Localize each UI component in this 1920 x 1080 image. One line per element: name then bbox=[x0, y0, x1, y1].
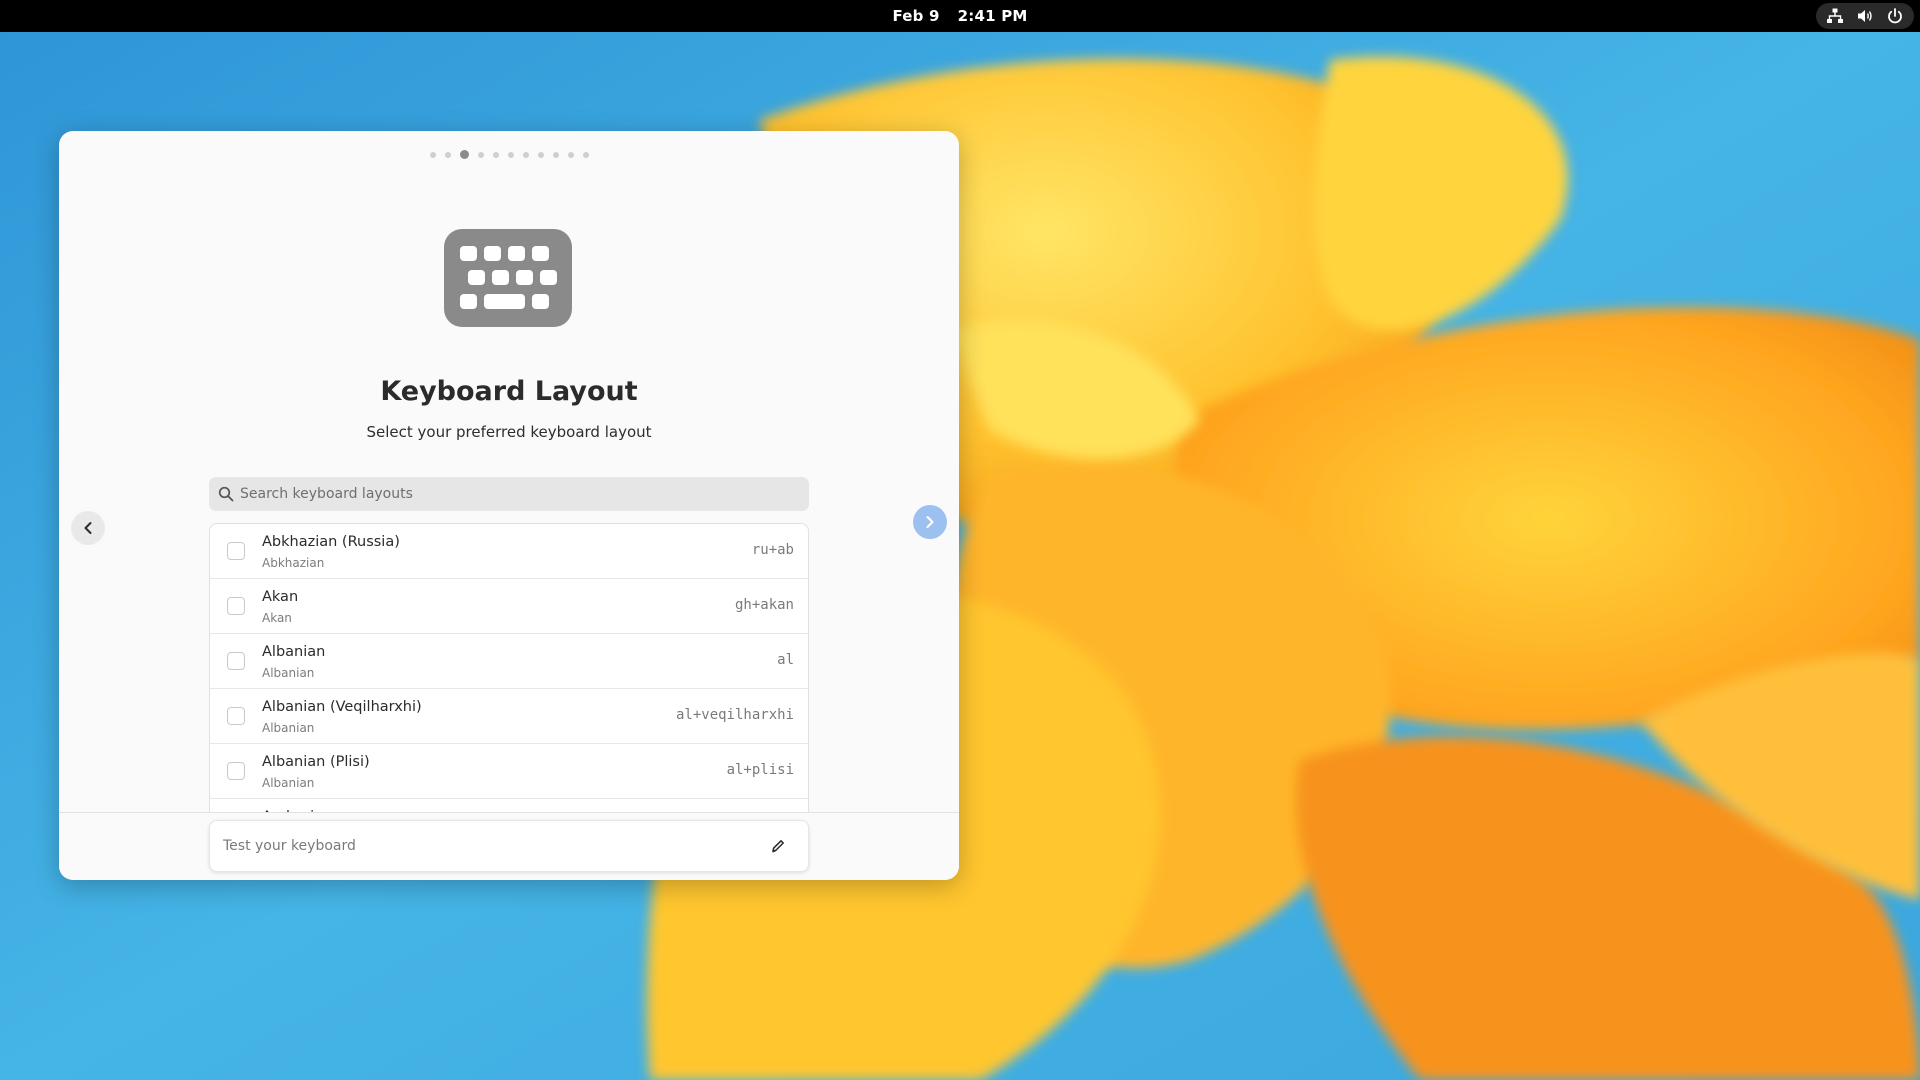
system-tray[interactable] bbox=[1816, 3, 1914, 29]
page-dot bbox=[552, 151, 559, 158]
page-dot bbox=[444, 151, 451, 158]
layout-name: Albanian (Veqilharxhi) bbox=[262, 699, 422, 715]
test-keyboard-field[interactable] bbox=[209, 820, 809, 872]
layout-language: Albanian bbox=[262, 776, 315, 790]
layout-code: ru+ab bbox=[751, 542, 794, 558]
top-bar: Feb 9 2:41 PM bbox=[0, 0, 1920, 32]
page-dot bbox=[522, 151, 529, 158]
keyboard-icon bbox=[444, 229, 572, 327]
layout-row[interactable]: Abkhazian (Russia) Abkhazian ru+ab bbox=[210, 524, 808, 579]
layout-code: al+plisi bbox=[726, 762, 794, 778]
layout-row[interactable]: Albanian Albanian al bbox=[210, 634, 808, 689]
layout-name: Albanian (Plisi) bbox=[262, 754, 370, 770]
layout-code: gh+akan bbox=[734, 597, 794, 613]
dialog-footer bbox=[59, 812, 959, 880]
layout-code: al bbox=[777, 652, 794, 668]
layout-row[interactable]: Albanian (Veqilharxhi) Albanian al+veqilha… bbox=[210, 689, 808, 744]
layout-checkbox[interactable] bbox=[227, 762, 245, 780]
pencil-icon[interactable] bbox=[770, 838, 786, 854]
keyboard-layout-list[interactable]: Abkhazian (Russia) Abkhazian ru+ab Akan Akan… bbox=[209, 523, 809, 814]
next-button[interactable] bbox=[913, 505, 947, 539]
page-dot bbox=[429, 151, 436, 158]
layout-name: Akan bbox=[262, 589, 299, 605]
page-subtitle: Select your preferred keyboard layout bbox=[366, 423, 652, 441]
layout-language: Akan bbox=[262, 611, 292, 625]
clock-time: 2:41 PM bbox=[957, 7, 1028, 25]
chevron-left-icon bbox=[84, 522, 92, 534]
layout-checkbox[interactable] bbox=[227, 597, 245, 615]
network-icon bbox=[1827, 8, 1843, 23]
layout-name: Albanian bbox=[262, 644, 326, 660]
search-icon bbox=[218, 486, 234, 502]
test-keyboard-input[interactable] bbox=[223, 826, 770, 866]
layout-checkbox[interactable] bbox=[227, 652, 245, 670]
page-dot bbox=[537, 151, 544, 158]
clock-date: Feb 9 bbox=[892, 7, 940, 25]
layout-language: Abkhazian bbox=[262, 556, 325, 570]
layout-language: Albanian bbox=[262, 721, 315, 735]
page-dot bbox=[507, 151, 514, 158]
layout-row[interactable]: Akan Akan gh+akan bbox=[210, 579, 808, 634]
page-dot bbox=[582, 151, 589, 158]
volume-icon bbox=[1858, 10, 1872, 22]
page-dot bbox=[567, 151, 574, 158]
layout-checkbox[interactable] bbox=[227, 542, 245, 560]
search-bar[interactable] bbox=[209, 477, 809, 511]
back-button[interactable] bbox=[71, 511, 105, 545]
layout-row[interactable]: Albanian (Plisi) Albanian al+plisi bbox=[210, 744, 808, 799]
page-indicator bbox=[59, 150, 959, 159]
search-input[interactable] bbox=[240, 478, 809, 510]
layout-checkbox[interactable] bbox=[227, 707, 245, 725]
page-dot-active bbox=[459, 150, 469, 159]
page-dot bbox=[492, 151, 499, 158]
page-title: Keyboard Layout bbox=[380, 376, 638, 407]
layout-name: Abkhazian (Russia) bbox=[262, 534, 400, 550]
chevron-right-icon bbox=[926, 516, 934, 528]
layout-code: al+veqilharxhi bbox=[675, 707, 794, 723]
clock[interactable]: Feb 9 2:41 PM bbox=[0, 0, 1920, 32]
page-dot bbox=[477, 151, 484, 158]
setup-dialog: Keyboard Layout Select your preferred ke… bbox=[59, 131, 959, 880]
power-icon bbox=[1888, 8, 1902, 24]
layout-language: Albanian bbox=[262, 666, 315, 680]
